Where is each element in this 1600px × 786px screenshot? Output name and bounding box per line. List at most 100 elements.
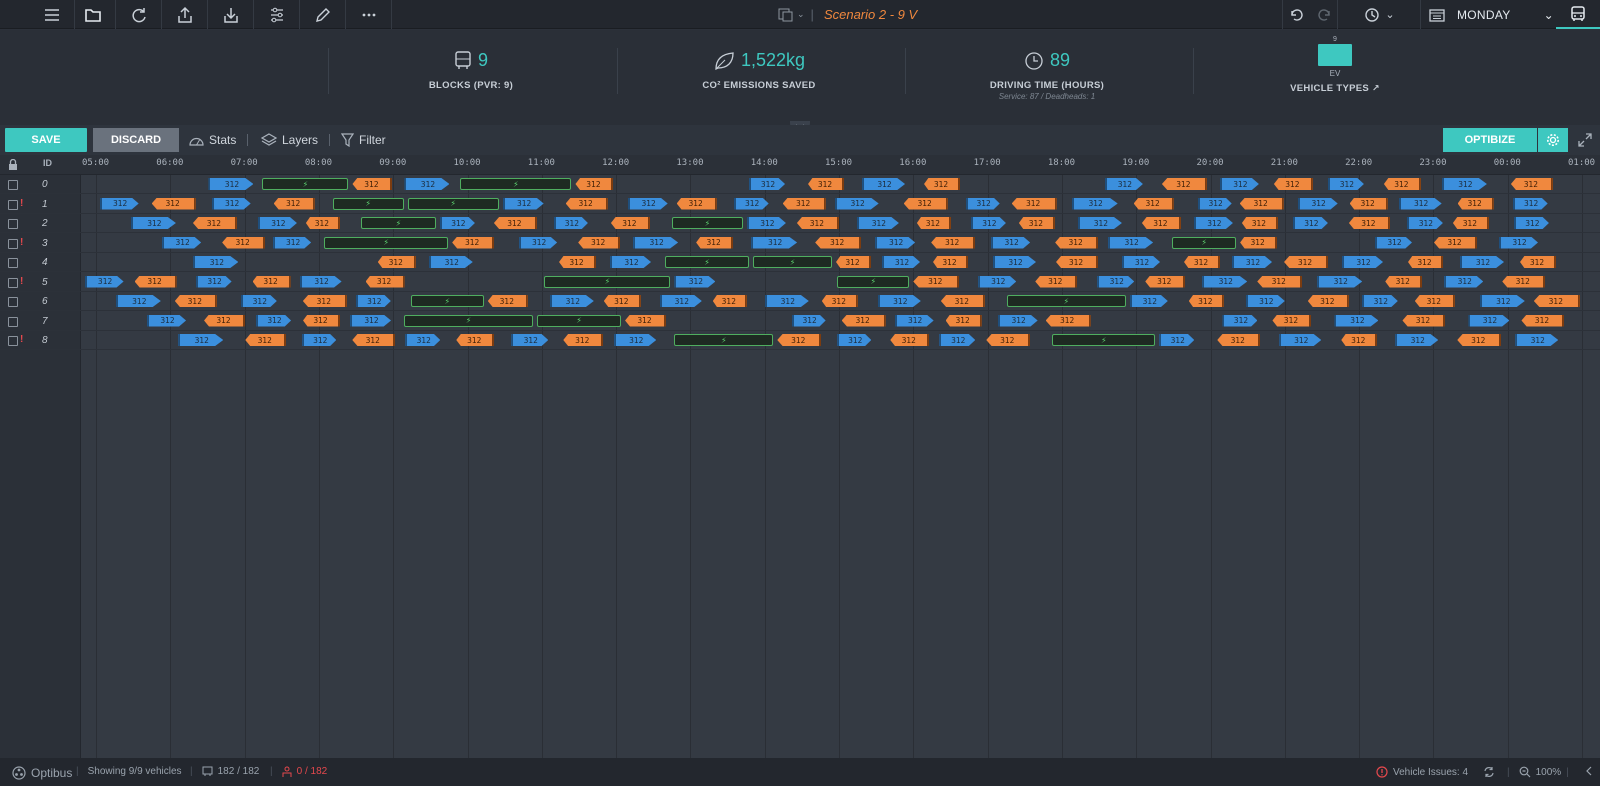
charging-block[interactable]: ⚡ — [544, 275, 671, 288]
trip-inbound[interactable]: 312 — [1257, 275, 1303, 288]
charging-block[interactable]: ⚡ — [360, 217, 436, 229]
menu-icon[interactable] — [29, 0, 75, 29]
trip-inbound[interactable]: 312 — [1521, 314, 1565, 327]
trip-inbound[interactable]: 312 — [1452, 217, 1489, 229]
trip-inbound[interactable]: 312 — [559, 256, 597, 268]
trip-outbound[interactable]: 312 — [614, 334, 657, 346]
trip-outbound[interactable]: 312 — [84, 275, 124, 288]
vehicle-types-stat[interactable]: 9 EV VEHICLE TYPES ↗ — [1194, 36, 1476, 94]
trip-outbound[interactable]: 312 — [404, 178, 450, 190]
trip-outbound[interactable]: 312 — [273, 236, 312, 249]
trip-inbound[interactable]: 312 — [940, 295, 985, 307]
trip-outbound[interactable]: 312 — [553, 217, 588, 229]
layers-button[interactable]: Layers — [261, 128, 318, 152]
trip-outbound[interactable]: 312 — [439, 217, 475, 229]
trip-inbound[interactable]: 312 — [1408, 256, 1444, 268]
vehicle-row[interactable]: ! 1 312 312 312 312 ⚡ ⚡ 312 312 312 312 312 312 312 312… — [0, 195, 1600, 214]
trip-outbound[interactable]: 312 — [1129, 295, 1168, 307]
trip-outbound[interactable]: 312 — [256, 314, 292, 327]
trip-inbound[interactable]: 312 — [945, 314, 982, 327]
trip-inbound[interactable]: 312 — [1241, 217, 1278, 229]
trip-inbound[interactable]: 312 — [903, 197, 948, 210]
trip-outbound[interactable]: 312 — [749, 178, 786, 190]
trip-inbound[interactable]: 312 — [603, 295, 641, 307]
lock-icon[interactable] — [8, 159, 18, 170]
refresh-icon[interactable] — [1483, 766, 1495, 778]
trip-outbound[interactable]: 312 — [610, 256, 652, 268]
trip-outbound[interactable]: 312 — [428, 256, 473, 268]
trip-outbound[interactable]: 312 — [1097, 275, 1135, 288]
trip-inbound[interactable]: 312 — [933, 256, 969, 268]
trip-inbound[interactable]: 312 — [365, 275, 405, 288]
row-checkbox[interactable] — [8, 219, 18, 229]
trip-outbound[interactable]: 312 — [1122, 256, 1161, 268]
trip-inbound[interactable]: 312 — [890, 334, 930, 346]
trip-inbound[interactable]: 312 — [796, 217, 839, 229]
trip-outbound[interactable]: 312 — [1444, 275, 1484, 288]
trip-inbound[interactable]: 312 — [1035, 275, 1078, 288]
undo-icon[interactable] — [1282, 0, 1310, 29]
trip-outbound[interactable]: 312 — [1245, 295, 1285, 307]
zoom-control[interactable]: | 100% | — [1507, 766, 1569, 778]
trip-outbound[interactable]: 312 — [1361, 295, 1398, 307]
charging-block[interactable]: ⚡ — [324, 236, 449, 249]
trip-outbound[interactable]: 312 — [1468, 314, 1510, 327]
trip-inbound[interactable]: 312 — [151, 197, 196, 210]
history-icon[interactable]: ⌄ — [1339, 0, 1419, 29]
trip-inbound[interactable]: 312 — [1055, 236, 1099, 249]
trip-outbound[interactable]: 312 — [130, 217, 176, 229]
trip-inbound[interactable]: 312 — [252, 275, 291, 288]
trip-inbound[interactable]: 312 — [1510, 178, 1553, 190]
trip-outbound[interactable]: 312 — [1104, 178, 1143, 190]
trip-outbound[interactable]: 312 — [1406, 217, 1443, 229]
trip-outbound[interactable]: 312 — [659, 295, 702, 307]
trip-outbound[interactable]: 312 — [1292, 217, 1328, 229]
charging-block[interactable]: ⚡ — [537, 314, 622, 327]
trip-inbound[interactable]: 312 — [204, 314, 246, 327]
trip-outbound[interactable]: 312 — [1395, 334, 1439, 346]
trip-outbound[interactable]: 312 — [195, 275, 232, 288]
trip-inbound[interactable]: 312 — [192, 217, 237, 229]
trip-inbound[interactable]: 312 — [1383, 178, 1421, 190]
trip-inbound[interactable]: 312 — [1341, 334, 1378, 346]
sliders-icon[interactable] — [254, 0, 300, 29]
trip-inbound[interactable]: 312 — [1184, 256, 1221, 268]
trip-inbound[interactable]: 312 — [1273, 178, 1313, 190]
trip-inbound[interactable]: 312 — [134, 275, 177, 288]
scenario-selector[interactable]: ⌄ | Scenario 2 - 9 V — [778, 0, 917, 29]
charging-block[interactable]: ⚡ — [665, 256, 750, 268]
trip-outbound[interactable]: 312 — [1479, 295, 1525, 307]
save-button[interactable]: SAVE — [5, 128, 87, 152]
trip-inbound[interactable]: 312 — [1272, 314, 1312, 327]
trip-outbound[interactable]: 312 — [1460, 256, 1505, 268]
vehicle-row[interactable]: ! 3 312 312 312 ⚡ 312 312 312 312 312 312 312 312 312 3… — [0, 234, 1600, 253]
trip-outbound[interactable]: 312 — [1512, 197, 1548, 210]
trip-outbound[interactable]: 312 — [257, 217, 297, 229]
trip-inbound[interactable]: 312 — [1457, 334, 1502, 346]
trip-inbound[interactable]: 312 — [836, 256, 872, 268]
charging-block[interactable]: ⚡ — [1006, 295, 1126, 307]
trip-inbound[interactable]: 312 — [1348, 217, 1390, 229]
trip-inbound[interactable]: 312 — [1434, 236, 1477, 249]
collapse-icon[interactable] — [1586, 766, 1592, 776]
trip-outbound[interactable]: 312 — [549, 295, 594, 307]
trip-inbound[interactable]: 312 — [174, 295, 217, 307]
pencil-icon[interactable] — [300, 0, 346, 29]
charging-block[interactable]: ⚡ — [404, 314, 534, 327]
charging-block[interactable]: ⚡ — [753, 256, 833, 268]
trip-inbound[interactable]: 312 — [924, 178, 961, 190]
trip-outbound[interactable]: 312 — [502, 197, 544, 210]
vehicle-row[interactable]: 7 312 312 312 312 312 ⚡ ⚡ 312 312 312 312 312 312 312 3… — [0, 312, 1600, 331]
trip-outbound[interactable]: 312 — [837, 334, 872, 346]
trip-inbound[interactable]: 312 — [493, 217, 537, 229]
trip-outbound[interactable]: 312 — [764, 295, 809, 307]
trip-outbound[interactable]: 312 — [1108, 236, 1154, 249]
trip-inbound[interactable]: 312 — [913, 275, 960, 288]
trip-outbound[interactable]: 312 — [1202, 275, 1248, 288]
trip-outbound[interactable]: 312 — [1327, 178, 1364, 190]
trip-inbound[interactable]: 312 — [1402, 314, 1446, 327]
redo-icon[interactable] — [1310, 0, 1338, 29]
trip-inbound[interactable]: 312 — [222, 236, 266, 249]
trip-inbound[interactable]: 312 — [1188, 295, 1224, 307]
trip-inbound[interactable]: 312 — [487, 295, 528, 307]
